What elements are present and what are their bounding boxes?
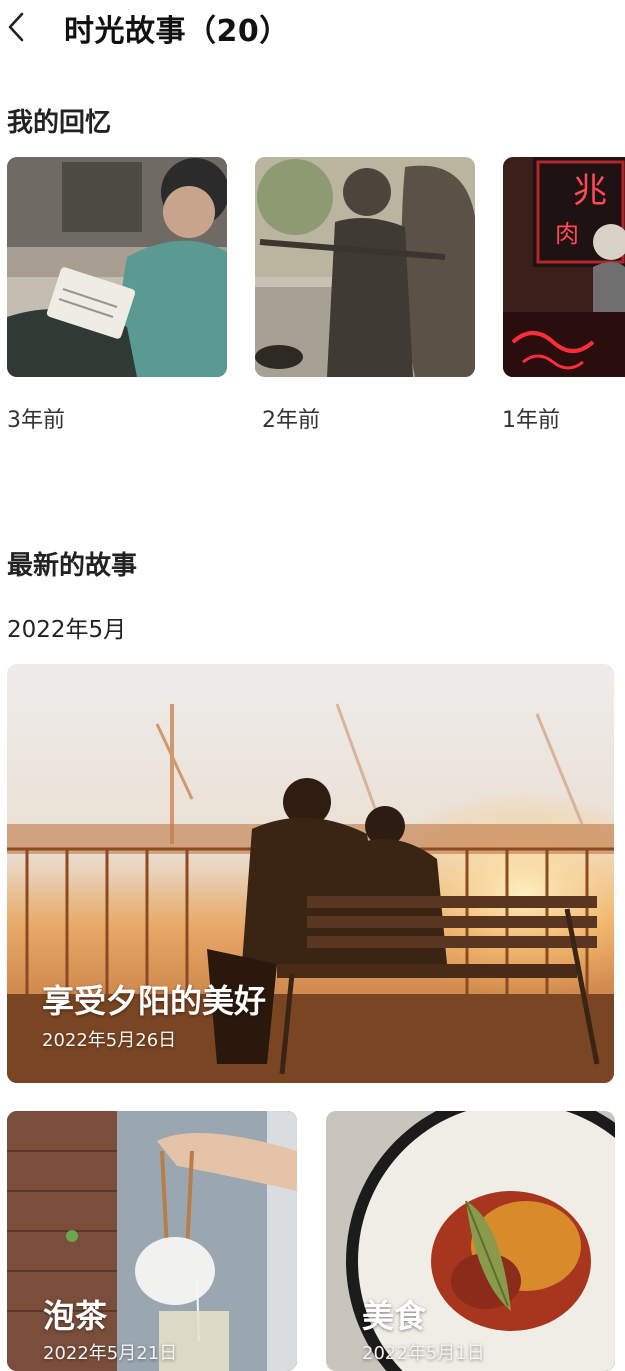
memory-time-label: 3年前 xyxy=(7,408,65,433)
memories-section-title: 我的回忆 xyxy=(7,108,112,138)
memory-photo-statue xyxy=(255,157,475,377)
story-title: 美食 xyxy=(362,1297,427,1335)
memory-time-label: 2年前 xyxy=(262,408,320,433)
latest-section-title: 最新的故事 xyxy=(7,551,138,581)
chevron-left-icon[interactable] xyxy=(6,12,28,42)
story-card[interactable]: 泡茶 2022年5月21日 xyxy=(7,1111,297,1371)
memory-photo-neon-shop: 兆 肉 xyxy=(503,157,625,377)
memory-card[interactable] xyxy=(255,157,475,377)
featured-story-date: 2022年5月26日 xyxy=(42,1030,177,1051)
story-date: 2022年5月21日 xyxy=(43,1343,178,1364)
svg-text:兆: 兆 xyxy=(573,171,607,211)
memory-card[interactable]: 兆 肉 xyxy=(503,157,625,377)
story-card[interactable]: 美食 2022年5月1日 xyxy=(326,1111,615,1371)
svg-text:肉: 肉 xyxy=(555,220,579,248)
memory-photo-reading xyxy=(7,157,227,377)
featured-story-title: 享受夕阳的美好 xyxy=(42,982,267,1020)
month-label: 2022年5月 xyxy=(7,617,127,643)
featured-story-card[interactable]: 享受夕阳的美好 2022年5月26日 xyxy=(7,664,614,1083)
top-bar: 时光故事（20） xyxy=(0,0,625,56)
story-date: 2022年5月1日 xyxy=(362,1343,485,1364)
story-title: 泡茶 xyxy=(43,1297,108,1335)
memory-time-label: 1年前 xyxy=(502,408,560,433)
page-title: 时光故事（20） xyxy=(64,14,290,49)
memory-card[interactable] xyxy=(7,157,227,377)
